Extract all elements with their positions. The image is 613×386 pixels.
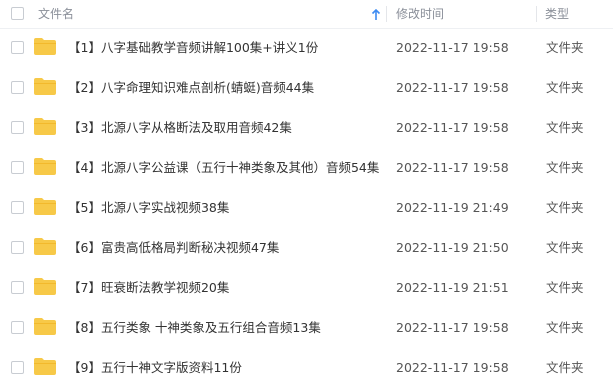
file-modified: 2022-11-17 19:58 — [396, 120, 509, 135]
file-type: 文件夹 — [546, 160, 584, 175]
file-row[interactable]: 【6】富贵高低格局判断秘决视频47集 2022-11-19 21:50 文件夹 — [0, 229, 613, 269]
folder-icon — [34, 238, 56, 255]
folder-icon — [34, 118, 56, 135]
row-checkbox[interactable] — [11, 241, 24, 254]
file-name[interactable]: 【7】旺衰断法教学视频20集 — [68, 269, 229, 307]
file-type: 文件夹 — [546, 280, 584, 295]
folder-icon — [34, 278, 56, 295]
file-name[interactable]: 【2】八字命理知识难点剖析(蜻蜓)音频44集 — [68, 69, 314, 107]
row-checkbox[interactable] — [11, 281, 24, 294]
select-all-checkbox[interactable] — [11, 7, 24, 20]
column-divider[interactable] — [536, 6, 537, 22]
column-header-name[interactable]: 文件名 — [38, 0, 74, 28]
file-row[interactable]: 【7】旺衰断法教学视频20集 2022-11-19 21:51 文件夹 — [0, 269, 613, 309]
file-type: 文件夹 — [546, 360, 584, 375]
file-type: 文件夹 — [546, 40, 584, 55]
file-row[interactable]: 【2】八字命理知识难点剖析(蜻蜓)音频44集 2022-11-17 19:58 … — [0, 69, 613, 109]
file-name[interactable]: 【5】北源八字实战视频38集 — [68, 189, 229, 227]
file-type: 文件夹 — [546, 80, 584, 95]
file-modified: 2022-11-19 21:50 — [396, 240, 509, 255]
folder-icon — [34, 158, 56, 175]
file-list-header: 文件名 修改时间 类型 — [0, 0, 613, 29]
row-checkbox[interactable] — [11, 81, 24, 94]
file-name[interactable]: 【1】八字基础教学音频讲解100集+讲义1份 — [68, 29, 318, 67]
row-checkbox[interactable] — [11, 41, 24, 54]
row-checkbox[interactable] — [11, 121, 24, 134]
folder-icon — [34, 318, 56, 335]
row-checkbox[interactable] — [11, 321, 24, 334]
row-checkbox[interactable] — [11, 361, 24, 374]
file-row[interactable]: 【4】北源八字公益课（五行十神类象及其他）音频54集 2022-11-17 19… — [0, 149, 613, 189]
folder-icon — [34, 38, 56, 55]
file-row[interactable]: 【9】五行十神文字版资料11份 2022-11-17 19:58 文件夹 — [0, 349, 613, 386]
file-name[interactable]: 【4】北源八字公益课（五行十神类象及其他）音频54集 — [68, 149, 379, 187]
file-row[interactable]: 【1】八字基础教学音频讲解100集+讲义1份 2022-11-17 19:58 … — [0, 29, 613, 69]
file-name[interactable]: 【9】五行十神文字版资料11份 — [68, 349, 242, 386]
column-header-modified[interactable]: 修改时间 — [396, 0, 444, 28]
folder-icon — [34, 198, 56, 215]
folder-icon — [34, 78, 56, 95]
file-type: 文件夹 — [546, 320, 584, 335]
row-checkbox[interactable] — [11, 161, 24, 174]
row-checkbox[interactable] — [11, 201, 24, 214]
file-modified: 2022-11-19 21:49 — [396, 200, 509, 215]
file-modified: 2022-11-19 21:51 — [396, 280, 509, 295]
file-modified: 2022-11-17 19:58 — [396, 160, 509, 175]
file-name[interactable]: 【6】富贵高低格局判断秘决视频47集 — [68, 229, 279, 267]
file-type: 文件夹 — [546, 240, 584, 255]
file-modified: 2022-11-17 19:58 — [396, 40, 509, 55]
column-header-type[interactable]: 类型 — [545, 0, 569, 28]
file-row[interactable]: 【3】北源八字从格断法及取用音频42集 2022-11-17 19:58 文件夹 — [0, 109, 613, 149]
file-modified: 2022-11-17 19:58 — [396, 320, 509, 335]
column-divider[interactable] — [386, 6, 387, 22]
arrow-up-icon[interactable] — [371, 0, 381, 28]
file-type: 文件夹 — [546, 200, 584, 215]
file-modified: 2022-11-17 19:58 — [396, 80, 509, 95]
folder-icon — [34, 358, 56, 375]
file-modified: 2022-11-17 19:58 — [396, 360, 509, 375]
file-type: 文件夹 — [546, 120, 584, 135]
file-row[interactable]: 【5】北源八字实战视频38集 2022-11-19 21:49 文件夹 — [0, 189, 613, 229]
file-row[interactable]: 【8】五行类象 十神类象及五行组合音频13集 2022-11-17 19:58 … — [0, 309, 613, 349]
file-name[interactable]: 【8】五行类象 十神类象及五行组合音频13集 — [68, 309, 321, 347]
file-name[interactable]: 【3】北源八字从格断法及取用音频42集 — [68, 109, 292, 147]
